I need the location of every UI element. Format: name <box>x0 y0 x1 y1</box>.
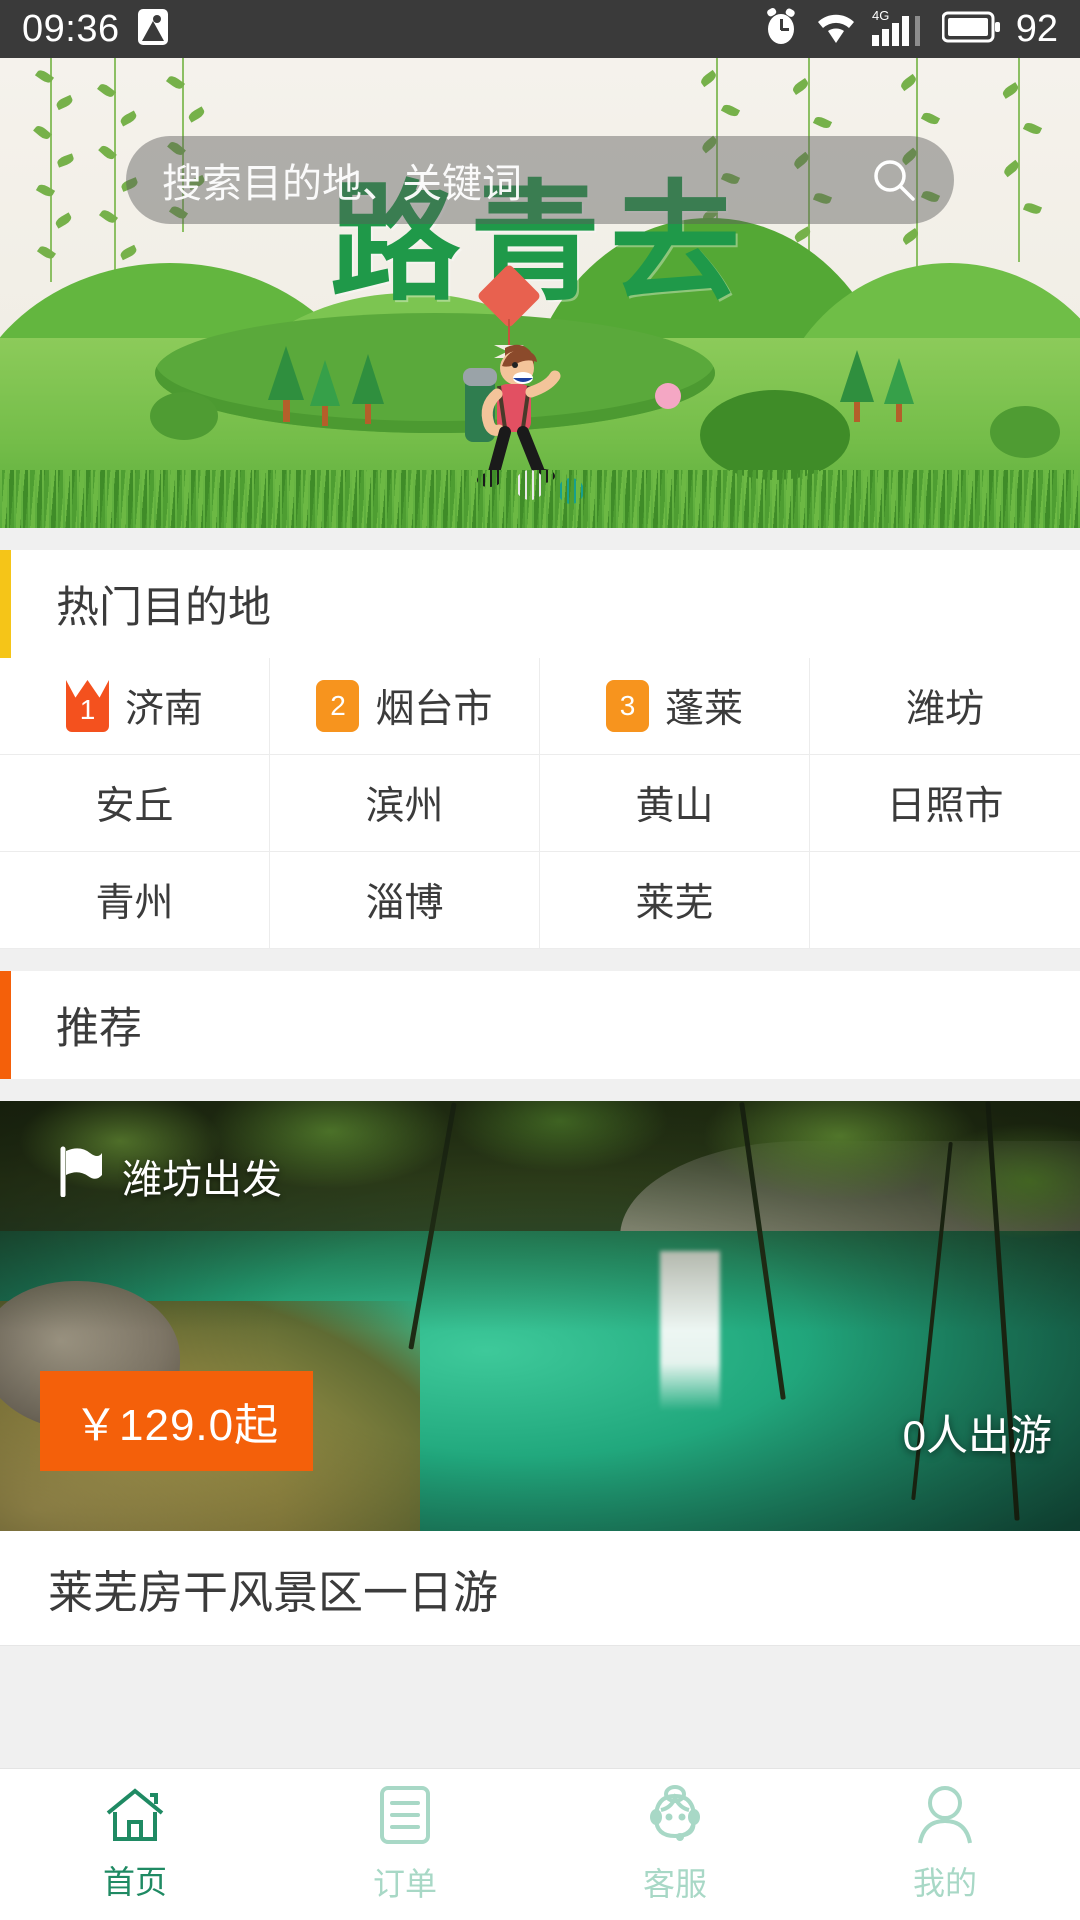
destination-cell[interactable]: 青州 <box>0 852 270 949</box>
tree-right-a <box>840 350 874 422</box>
person-icon <box>916 1785 974 1850</box>
hot-destinations-title: 热门目的地 <box>56 584 271 632</box>
destination-name: 日照市 <box>886 785 1004 828</box>
destination-name: 莱芜 <box>635 882 714 925</box>
kite-icon <box>476 263 542 358</box>
hiker-illustration <box>455 338 575 488</box>
tree-left-a <box>268 346 304 422</box>
flower-pink <box>655 383 681 409</box>
support-icon <box>644 1784 706 1851</box>
hot-destinations-header: 热门目的地 <box>0 550 1080 658</box>
price-badge: ￥129.0起 <box>40 1371 314 1471</box>
destination-cell[interactable]: 1 济南 <box>0 658 270 755</box>
hero-banner[interactable]: 路青去 搜索目的地、关键词 <box>0 58 1080 528</box>
tab-label: 我的 <box>912 1865 977 1901</box>
destination-cell[interactable]: 安丘 <box>0 755 270 852</box>
destination-cell[interactable]: 2 烟台市 <box>270 658 540 755</box>
flag-icon <box>58 1145 104 1207</box>
section-accent-bar-orange <box>0 971 11 1079</box>
destination-grid: 1 济南 2 烟台市 3 蓬莱 潍坊安丘 滨州 黄山 日照市青州 淄博 莱芜 <box>0 658 1080 949</box>
bush-left <box>150 392 218 440</box>
rank-crown-badge: 1 <box>65 680 109 732</box>
battery-icon <box>941 10 1000 49</box>
destination-name: 烟台市 <box>375 688 493 731</box>
recommend-title: 推荐 <box>56 1005 142 1053</box>
product-title: 莱芜房干风景区一日游 <box>48 1566 499 1618</box>
destination-name: 蓬莱 <box>664 688 743 731</box>
section-gap-2 <box>0 949 1080 971</box>
destination-name: 青州 <box>95 882 174 925</box>
hero-grass <box>0 470 1080 528</box>
tab-order[interactable]: 订单 <box>270 1784 540 1905</box>
destination-name: 黄山 <box>635 785 714 828</box>
search-icon[interactable] <box>870 156 918 204</box>
departure-label: 潍坊出发 <box>122 1158 282 1202</box>
tab-person[interactable]: 我的 <box>810 1785 1080 1904</box>
joiners-count: 0人出游 <box>902 1412 1052 1459</box>
status-time: 09:36 <box>22 7 120 50</box>
home-icon <box>104 1786 166 1849</box>
destination-cell[interactable]: 潍坊 <box>810 658 1080 755</box>
search-bar[interactable]: 搜索目的地、关键词 <box>126 136 954 224</box>
alarm-icon <box>762 7 800 52</box>
tree-left-c <box>352 354 384 424</box>
destination-name: 济南 <box>124 688 203 731</box>
destination-cell[interactable]: 莱芜 <box>540 852 810 949</box>
recommend-header: 推荐 <box>0 971 1080 1079</box>
bush-right <box>700 390 850 480</box>
status-bar: 09:36 4G 92 <box>0 0 1080 58</box>
bottom-tab-bar: 首页 订单 客服 我的 <box>0 1768 1080 1920</box>
destination-name: 潍坊 <box>905 688 984 731</box>
tab-support[interactable]: 客服 <box>540 1784 810 1905</box>
destination-name: 淄博 <box>365 882 444 925</box>
departure-badge: 潍坊出发 <box>58 1145 282 1207</box>
rank-number-badge: 3 <box>605 680 649 732</box>
tree-right-b <box>884 358 914 422</box>
destination-name: 安丘 <box>95 785 174 828</box>
tab-label: 订单 <box>372 1866 437 1902</box>
destination-name: 滨州 <box>365 785 444 828</box>
bush-far-right <box>990 406 1060 458</box>
app-screen: 09:36 4G 92 路青去 搜索目的地、关键词 热门目的地 1 济南 2 烟… <box>0 0 1080 1920</box>
search-input[interactable]: 搜索目的地、关键词 <box>162 151 870 209</box>
section-accent-bar-yellow <box>0 550 11 658</box>
hero-lake <box>155 313 715 433</box>
rank-number-badge: 2 <box>316 680 360 732</box>
tab-label: 首页 <box>102 1864 167 1900</box>
order-icon <box>376 1784 434 1851</box>
tab-home[interactable]: 首页 <box>0 1786 270 1903</box>
section-gap-1 <box>0 528 1080 550</box>
status-bar-right: 4G 92 <box>762 7 1058 52</box>
wifi-icon <box>814 9 858 50</box>
status-bar-left: 09:36 <box>22 7 170 52</box>
product-card-image[interactable]: 潍坊出发 ￥129.0起 0人出游 <box>0 1101 1080 1531</box>
destination-cell[interactable]: 淄博 <box>270 852 540 949</box>
screenshot-icon <box>136 7 170 52</box>
section-gap-3 <box>0 1079 1080 1101</box>
tab-label: 客服 <box>642 1866 707 1902</box>
product-title-row[interactable]: 莱芜房干风景区一日游 <box>0 1531 1080 1646</box>
signal-icon: 4G <box>871 7 928 52</box>
destination-cell-empty <box>810 852 1080 949</box>
destination-cell[interactable]: 日照市 <box>810 755 1080 852</box>
destination-cell[interactable]: 滨州 <box>270 755 540 852</box>
battery-level: 92 <box>1015 7 1058 50</box>
destination-cell[interactable]: 黄山 <box>540 755 810 852</box>
destination-cell[interactable]: 3 蓬莱 <box>540 658 810 755</box>
svg-text:4G: 4G <box>872 8 889 23</box>
tree-left-b <box>310 360 340 426</box>
